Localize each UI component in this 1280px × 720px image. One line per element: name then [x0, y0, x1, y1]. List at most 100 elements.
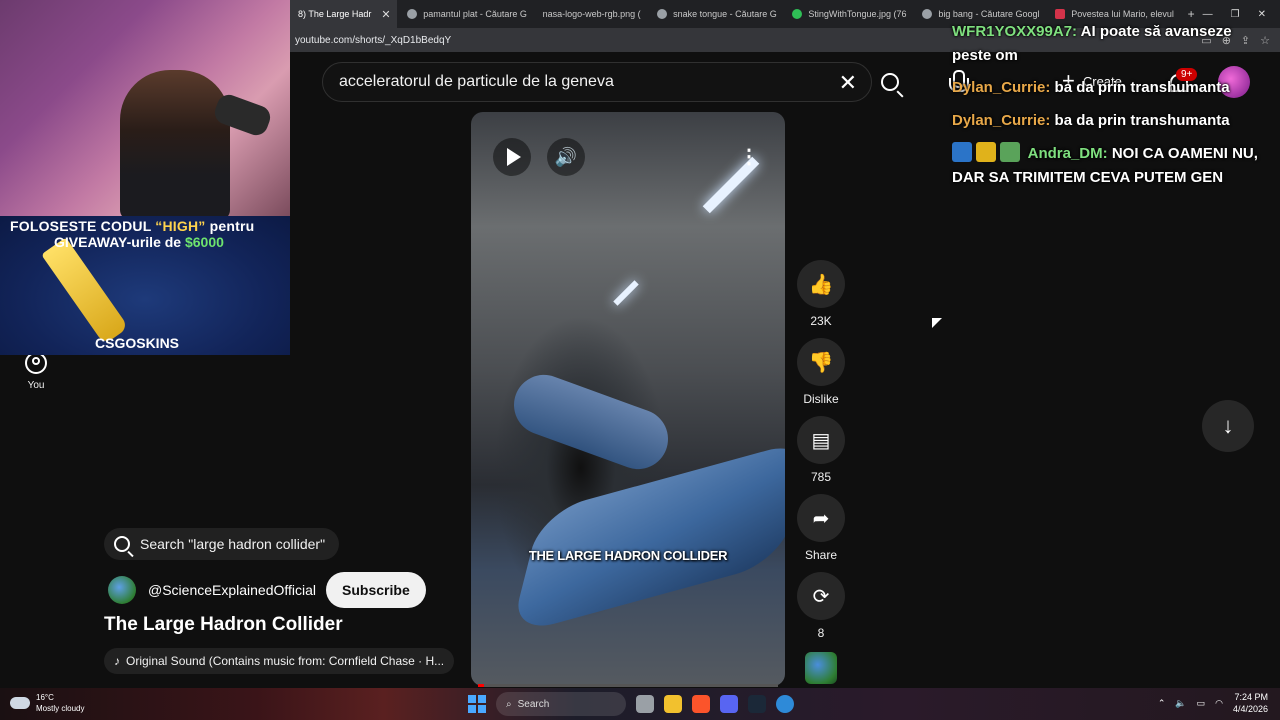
- music-note-icon: ♪: [114, 654, 120, 668]
- promo-line-1: FOLOSESTE CODUL “HIGH” pentru: [10, 218, 254, 234]
- crown-icon: [976, 142, 996, 162]
- streamer-figure: [120, 70, 230, 220]
- thumbs-up-icon: 👍: [808, 273, 834, 296]
- chat-message: Dylan_Currie: ba da prin transhumanta: [952, 109, 1272, 133]
- sound-chip[interactable]: ♪ Original Sound (Contains music from: C…: [104, 648, 455, 674]
- date: 4/4/2026: [1232, 704, 1268, 714]
- volume-icon[interactable]: 🔊: [547, 138, 585, 176]
- close-window-icon[interactable]: ✕: [1258, 9, 1266, 20]
- play-button[interactable]: [493, 138, 531, 176]
- video-caption: THE LARGE HADRON COLLIDER: [528, 548, 728, 563]
- search-icon: [114, 536, 130, 552]
- search-query[interactable]: acceleratorul de particule de la geneva: [339, 73, 614, 91]
- account-circle-icon: [25, 352, 47, 374]
- new-tab-button[interactable]: +: [1180, 7, 1203, 21]
- remix-button[interactable]: ⟳: [797, 572, 845, 620]
- dislike-button[interactable]: 👎: [797, 338, 845, 386]
- subscribe-button[interactable]: Subscribe: [326, 572, 426, 608]
- tab-label: Povestea lui Mario, elevul: [1071, 9, 1174, 19]
- chevron-up-icon[interactable]: ⌃: [1158, 698, 1166, 709]
- short-actions: 👍 23K 👎 Dislike ▤ 785 ➦ Share ⟳ 8: [796, 260, 846, 650]
- chat-message: Dylan_Currie: ba da prin transhumanta: [952, 76, 1272, 100]
- dislike-action: 👎 Dislike: [796, 338, 846, 416]
- tab-image[interactable]: nasa-logo-web-rgb.png (: [533, 0, 648, 28]
- search-input[interactable]: acceleratorul de particule de la geneva …: [322, 62, 872, 102]
- discord-icon[interactable]: [720, 695, 738, 713]
- url-text[interactable]: youtube.com/shorts/_XqD1bBedqY: [295, 35, 451, 46]
- search-icon: [881, 73, 899, 91]
- comment-action: ▤ 785: [796, 416, 846, 494]
- related-search-label: Search "large hadron collider": [140, 536, 326, 552]
- close-tab-icon[interactable]: ✕: [381, 8, 390, 21]
- start-button[interactable]: [468, 695, 486, 713]
- display-icon[interactable]: ▭: [1197, 698, 1206, 709]
- more-options-icon[interactable]: ⋮: [737, 138, 761, 176]
- tab-google-search[interactable]: pamantul plat - Căutare G: [397, 0, 532, 28]
- clock[interactable]: 7:24 PM 4/4/2026: [1233, 691, 1268, 715]
- tab-google-search[interactable]: snake tongue - Căutare G: [647, 0, 782, 28]
- channel-name[interactable]: @ScienceExplainedOfficial: [148, 582, 316, 598]
- channel-avatar[interactable]: [108, 576, 136, 604]
- chat-username: Dylan_Currie:: [952, 79, 1051, 96]
- system-tray: ⌃ 🔈 ▭ ◠ 7:24 PM 4/4/2026: [1158, 691, 1268, 715]
- clear-search-icon[interactable]: ✕: [839, 70, 857, 96]
- maximize-icon[interactable]: ❐: [1231, 9, 1240, 20]
- search-icon: ⌕: [506, 698, 512, 710]
- taskbar-search[interactable]: ⌕ Search: [496, 692, 626, 716]
- promo-text: FOLOSESTE CODUL: [10, 218, 156, 234]
- promo-amount: $6000: [184, 234, 224, 250]
- google-icon: [922, 9, 933, 19]
- file-explorer-icon[interactable]: [664, 695, 682, 713]
- google-icon: [407, 9, 418, 19]
- like-count: 23K: [810, 314, 832, 328]
- arrow-down-icon: ↓: [1222, 413, 1234, 438]
- minimize-icon[interactable]: —: [1203, 9, 1213, 20]
- window-controls: — ❐ ✕: [1203, 9, 1280, 20]
- video-progress-bar[interactable]: [478, 684, 778, 687]
- steam-icon[interactable]: [748, 695, 766, 713]
- sound-label: Original Sound (Contains music from: Cor…: [126, 654, 445, 668]
- next-short-button[interactable]: ↓: [1202, 400, 1254, 452]
- tab-image[interactable]: StingWithTongue.jpg (76: [782, 0, 912, 28]
- comment-count: 785: [810, 470, 832, 484]
- video-frame-detail: [613, 280, 639, 306]
- like-button[interactable]: 👍: [797, 260, 845, 308]
- wifi-icon[interactable]: ◠: [1215, 698, 1223, 709]
- chat-text: ba da prin transhumanta: [1054, 79, 1230, 96]
- weather-widget[interactable]: 16°C Mostly cloudy: [10, 692, 84, 714]
- windows-taskbar: 16°C Mostly cloudy ⌕ Search ⌃ 🔈 ▭ ◠ 7:24…: [0, 688, 1280, 720]
- speaker-icon[interactable]: 🔈: [1175, 698, 1186, 709]
- search-button[interactable]: [868, 62, 912, 102]
- video-frame-detail: [505, 366, 677, 478]
- tab-youtube-short[interactable]: 8) The Large Hadr ✕: [288, 0, 398, 28]
- chat-message: Andra_DM: NOI CA OAMENI NU, DAR SA TRIMI…: [952, 142, 1272, 190]
- remix-count: 8: [817, 626, 825, 640]
- tab-label: pamantul plat - Căutare G: [423, 9, 527, 19]
- time: 7:24 PM: [1234, 692, 1268, 702]
- globe-icon[interactable]: [776, 695, 794, 713]
- temperature: 16°C: [36, 693, 54, 702]
- comments-button[interactable]: ▤: [797, 416, 845, 464]
- promo-code: “HIGH”: [155, 218, 206, 234]
- webcam-feed: [0, 0, 290, 220]
- chat-username: Dylan_Currie:: [952, 112, 1051, 129]
- thumbs-down-icon: 👎: [808, 351, 834, 374]
- sponsor-logo: CSGOSKINS: [95, 335, 180, 351]
- chat-message: WFR1YOXX99A7: AI poate să avanseze peste…: [952, 20, 1272, 68]
- comment-icon: ▤: [811, 429, 831, 452]
- taskbar-apps: ⌕ Search: [468, 692, 794, 716]
- site-icon: [1055, 9, 1066, 19]
- related-search-chip[interactable]: Search "large hadron collider": [104, 528, 340, 560]
- share-icon: ➦: [812, 507, 830, 530]
- task-view-icon[interactable]: [636, 695, 654, 713]
- weather-condition: Mostly cloudy: [36, 704, 85, 713]
- tab-label: snake tongue - Căutare G: [673, 9, 777, 19]
- chat-username: WFR1YOXX99A7:: [952, 23, 1078, 40]
- sidebar-item-you[interactable]: You: [14, 352, 58, 391]
- brave-browser-icon[interactable]: [692, 695, 710, 713]
- remix-icon: ⟳: [812, 585, 830, 608]
- sound-source-thumbnail[interactable]: [805, 652, 837, 684]
- short-video-player[interactable]: 🔊 ⋮ THE LARGE HADRON COLLIDER: [471, 112, 785, 686]
- share-button[interactable]: ➦: [797, 494, 845, 542]
- google-icon: [657, 9, 668, 19]
